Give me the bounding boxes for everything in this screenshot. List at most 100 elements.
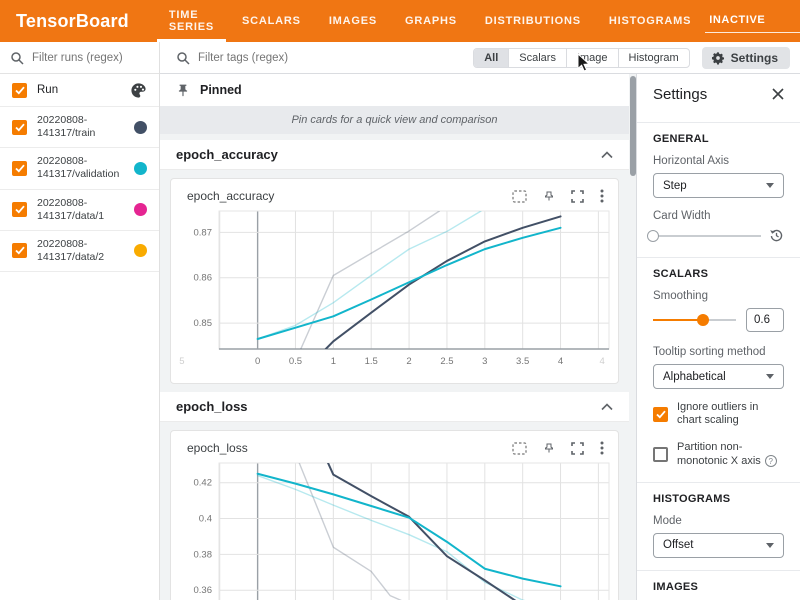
filter-runs-input[interactable]: Filter runs (regex) bbox=[0, 42, 159, 74]
settings-heading-scalars: SCALARS bbox=[653, 268, 784, 280]
select-all-runs-checkbox[interactable] bbox=[12, 83, 27, 98]
chevron-down-icon bbox=[766, 183, 774, 188]
settings-button-label: Settings bbox=[731, 51, 778, 65]
settings-panel: Settings GENERAL Horizontal Axis Step Ca… bbox=[636, 74, 800, 600]
run-color-dot bbox=[134, 162, 147, 175]
histogram-mode-select[interactable]: Offset bbox=[653, 533, 784, 558]
chevron-up-icon[interactable] bbox=[601, 151, 613, 159]
svg-text:1.5: 1.5 bbox=[365, 356, 378, 367]
card-width-label: Card Width bbox=[653, 210, 784, 222]
reload-status-select[interactable]: INACTIVE bbox=[705, 10, 800, 33]
more-options-icon[interactable] bbox=[600, 189, 604, 203]
app-title: TensorBoard bbox=[0, 11, 155, 32]
tooltip-sorting-select[interactable]: Alphabetical bbox=[653, 364, 784, 389]
run-checkbox[interactable] bbox=[12, 120, 27, 135]
horizontal-axis-select[interactable]: Step bbox=[653, 173, 784, 198]
fit-to-data-icon[interactable] bbox=[512, 190, 527, 203]
run-row-train[interactable]: 20220808-141317/train bbox=[0, 107, 159, 148]
svg-text:0.5: 0.5 bbox=[289, 356, 302, 367]
tab-distributions[interactable]: DISTRIBUTIONS bbox=[471, 0, 595, 42]
partition-x-axis-checkbox[interactable] bbox=[653, 447, 668, 462]
partition-x-axis-checkbox-row[interactable]: Partition non-monotonic X axis? bbox=[653, 441, 784, 467]
filter-histogram-button[interactable]: Histogram bbox=[618, 49, 689, 67]
run-name: 20220808-141317/train bbox=[37, 114, 121, 140]
run-name: 20220808-141317/validation bbox=[37, 155, 121, 181]
top-app-bar: TensorBoard TIME SERIES SCALARS IMAGES G… bbox=[0, 0, 800, 42]
svg-text:5: 5 bbox=[179, 356, 184, 367]
ignore-outliers-checkbox-row[interactable]: Ignore outliers in chart scaling bbox=[653, 401, 784, 427]
tab-graphs[interactable]: GRAPHS bbox=[391, 0, 471, 42]
svg-text:0.36: 0.36 bbox=[194, 585, 213, 596]
run-color-dot bbox=[134, 244, 147, 257]
tensorboard-app: TensorBoard TIME SERIES SCALARS IMAGES G… bbox=[0, 0, 800, 600]
slider-thumb[interactable] bbox=[647, 230, 659, 242]
search-icon bbox=[176, 51, 190, 65]
pinned-label: Pinned bbox=[200, 83, 242, 97]
main-nav: TIME SERIES SCALARS IMAGES GRAPHS DISTRI… bbox=[155, 0, 705, 42]
scrollbar-thumb[interactable] bbox=[630, 76, 636, 176]
ignore-outliers-checkbox[interactable] bbox=[653, 407, 668, 422]
filter-image-button[interactable]: Image bbox=[566, 49, 618, 67]
line-chart-epoch-accuracy[interactable]: 0.850.860.87500.511.522.533.544 bbox=[171, 205, 616, 375]
svg-text:3: 3 bbox=[482, 356, 487, 367]
run-row-data-2[interactable]: 20220808-141317/data/2 bbox=[0, 231, 159, 272]
fullscreen-icon[interactable] bbox=[571, 442, 584, 455]
card-title: epoch_loss bbox=[187, 441, 248, 455]
runs-header-row: Run bbox=[0, 74, 159, 107]
filter-all-button[interactable]: All bbox=[474, 49, 508, 67]
section-title: epoch_loss bbox=[176, 399, 248, 414]
section-header-epoch-accuracy[interactable]: epoch_accuracy bbox=[160, 140, 629, 170]
search-icon bbox=[10, 51, 24, 65]
topbar-actions: INACTIVE bbox=[705, 0, 800, 42]
tab-images[interactable]: IMAGES bbox=[315, 0, 391, 42]
check-icon bbox=[15, 164, 25, 173]
check-icon bbox=[15, 246, 25, 255]
pin-card-icon[interactable] bbox=[543, 189, 555, 203]
fullscreen-icon[interactable] bbox=[571, 190, 584, 203]
reset-icon[interactable] bbox=[769, 228, 784, 243]
svg-text:0.87: 0.87 bbox=[194, 227, 213, 238]
svg-text:0.38: 0.38 bbox=[194, 549, 213, 560]
svg-text:2.5: 2.5 bbox=[440, 356, 453, 367]
pinned-empty-message: Pin cards for a quick view and compariso… bbox=[160, 106, 629, 134]
tab-scalars[interactable]: SCALARS bbox=[228, 0, 315, 42]
divider bbox=[637, 122, 800, 123]
tab-histograms[interactable]: HISTOGRAMS bbox=[595, 0, 705, 42]
scalar-card-epoch-loss: epoch_loss bbox=[170, 430, 619, 600]
settings-button[interactable]: Settings bbox=[702, 47, 790, 69]
run-row-data-1[interactable]: 20220808-141317/data/1 bbox=[0, 190, 159, 231]
card-width-slider[interactable] bbox=[653, 230, 761, 242]
line-chart-epoch-loss[interactable]: 0.420.40.380.36 bbox=[171, 457, 616, 600]
tooltip-sorting-value: Alphabetical bbox=[663, 371, 726, 383]
chevron-up-icon[interactable] bbox=[601, 403, 613, 411]
run-checkbox[interactable] bbox=[12, 243, 27, 258]
slider-thumb[interactable] bbox=[697, 314, 709, 326]
horizontal-axis-label: Horizontal Axis bbox=[653, 155, 784, 167]
tooltip-sorting-label: Tooltip sorting method bbox=[653, 346, 784, 358]
gear-icon bbox=[711, 51, 725, 65]
settings-heading-images: IMAGES bbox=[653, 581, 784, 593]
run-row-validation[interactable]: 20220808-141317/validation bbox=[0, 148, 159, 189]
more-options-icon[interactable] bbox=[600, 441, 604, 455]
main-scrollbar[interactable] bbox=[629, 74, 636, 600]
run-checkbox[interactable] bbox=[12, 202, 27, 217]
close-icon[interactable] bbox=[772, 88, 784, 100]
section-header-epoch-loss[interactable]: epoch_loss bbox=[160, 392, 629, 422]
pin-card-icon[interactable] bbox=[543, 441, 555, 455]
chevron-down-icon bbox=[766, 543, 774, 548]
filter-scalars-button[interactable]: Scalars bbox=[508, 49, 566, 67]
check-icon bbox=[15, 123, 25, 132]
tags-toolbar: Filter tags (regex) All Scalars Image Hi… bbox=[160, 42, 800, 74]
help-icon[interactable]: ? bbox=[765, 455, 777, 467]
palette-icon[interactable] bbox=[130, 82, 147, 99]
reload-status-value: INACTIVE bbox=[709, 14, 765, 26]
run-checkbox[interactable] bbox=[12, 161, 27, 176]
tab-time-series[interactable]: TIME SERIES bbox=[155, 0, 228, 42]
filter-tags-placeholder[interactable]: Filter tags (regex) bbox=[198, 52, 288, 64]
pinned-section-header: Pinned bbox=[160, 74, 629, 106]
smoothing-value-input[interactable]: 0.6 bbox=[746, 308, 784, 332]
fit-to-data-icon[interactable] bbox=[512, 442, 527, 455]
section-title: epoch_accuracy bbox=[176, 147, 278, 162]
run-name: 20220808-141317/data/1 bbox=[37, 197, 121, 223]
smoothing-slider[interactable] bbox=[653, 314, 736, 326]
